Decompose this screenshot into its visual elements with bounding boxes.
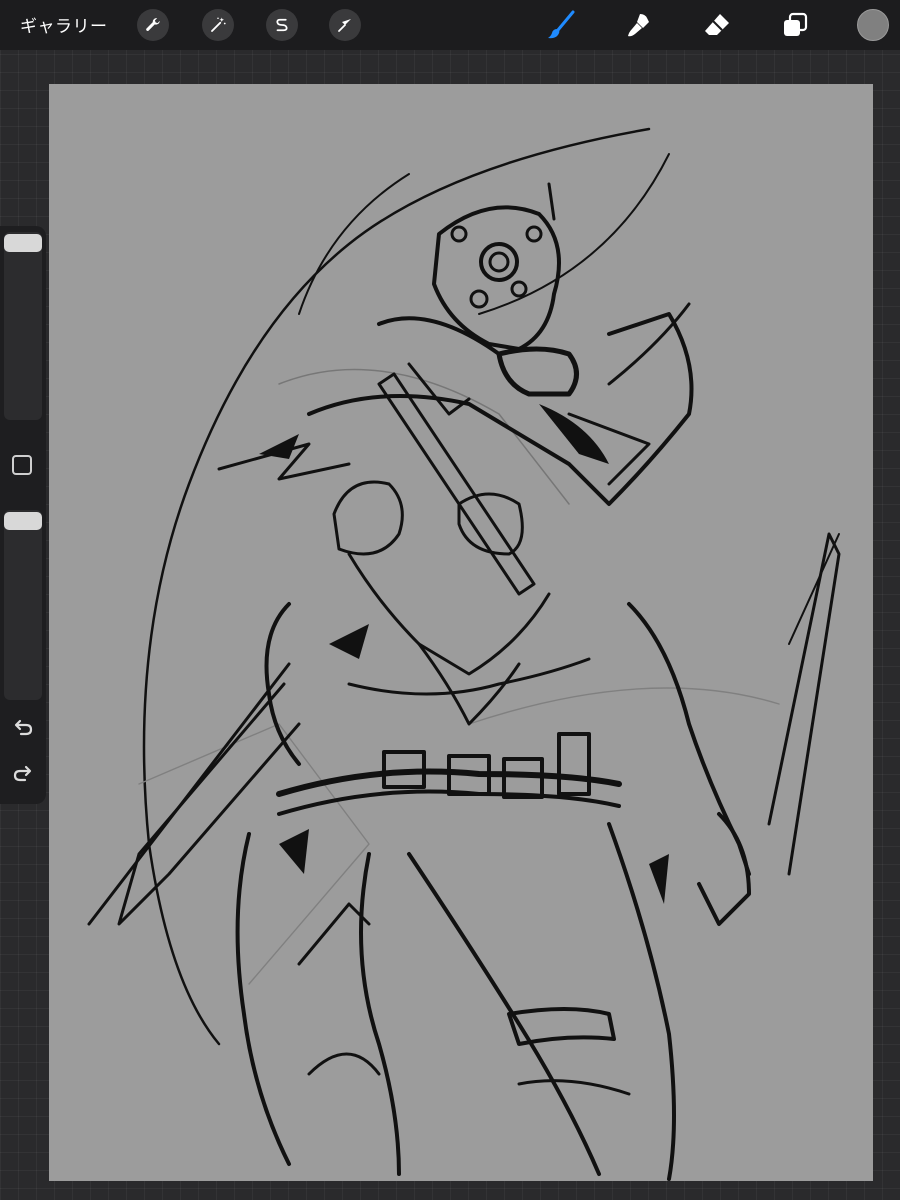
top-toolbar: ギャラリー [0,0,900,50]
smudge-icon [628,14,649,37]
brush-icon [548,10,575,39]
arrow-cursor-icon [338,19,351,32]
actions-button[interactable] [137,9,169,41]
paint-tool-button[interactable] [544,8,578,42]
undo-button[interactable] [11,716,35,740]
layers-icon [784,12,808,36]
opacity-slider[interactable] [4,510,42,700]
redo-button[interactable] [11,762,35,786]
gallery-button[interactable]: ギャラリー [20,12,108,37]
artwork-sketch [87,127,841,1181]
opacity-thumb[interactable] [4,512,42,530]
undo-icon [14,719,33,736]
brush-size-slider[interactable] [4,232,42,420]
adjustments-button[interactable] [202,9,234,41]
layers-button[interactable] [778,8,812,42]
wrench-icon [146,18,160,31]
selection-s-icon [276,18,288,32]
eraser-tool-button[interactable] [700,8,734,42]
color-swatch-button[interactable] [857,9,889,41]
magic-wand-icon [211,17,226,32]
selection-button[interactable] [266,9,298,41]
redo-icon [13,765,32,782]
brush-size-thumb[interactable] [4,234,42,252]
smudge-tool-button[interactable] [621,8,655,42]
drawing-canvas[interactable] [49,84,873,1181]
left-sidebar [0,226,46,804]
eraser-icon [705,14,729,35]
modify-button[interactable] [12,455,32,475]
transform-button[interactable] [329,9,361,41]
